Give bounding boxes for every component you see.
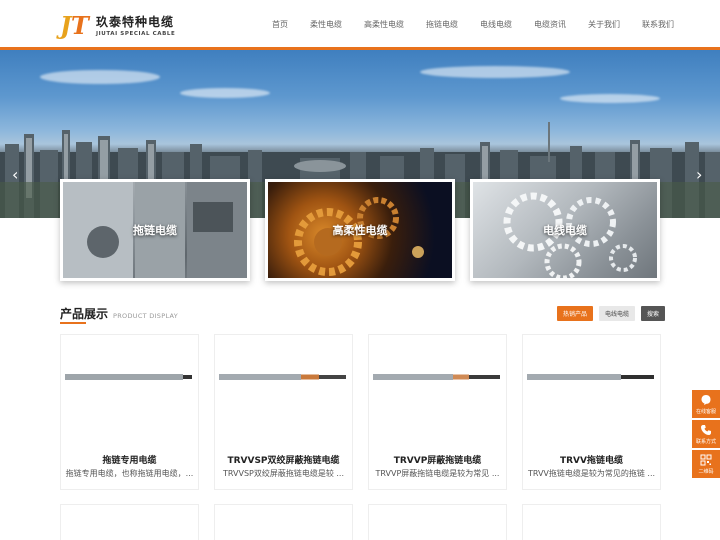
product-name: TRVVP屏蔽拖链电缆	[393, 456, 482, 466]
banner-cloud	[560, 94, 660, 103]
product-description: TRVV拖链电缆是较为常见的拖链 ...	[527, 469, 656, 478]
category-card-wire-cable[interactable]: 电线电缆	[470, 179, 660, 281]
cable-image	[373, 374, 500, 380]
cable-image	[65, 374, 192, 380]
category-label: 拖链电缆	[133, 224, 177, 237]
product-card[interactable]	[214, 504, 353, 540]
qrcode-button[interactable]: 二维码	[692, 450, 720, 478]
chat-icon	[701, 395, 711, 405]
float-label: 在线客服	[695, 409, 716, 415]
main-nav: 首页 柔性电缆 高柔性电缆 拖链电缆 电线电缆 电缆资讯 关于我们 联系我们	[272, 19, 696, 30]
category-label: 电线电缆	[543, 224, 587, 237]
product-name: TRVV拖链电缆	[559, 456, 623, 466]
site-logo[interactable]: J T 玖泰特种电缆 JIUTAI SPECIAL CABLE	[60, 12, 175, 40]
contact-info-button[interactable]: 联系方式	[692, 420, 720, 448]
product-card[interactable]: TRVVP屏蔽拖链电缆 TRVVP屏蔽拖链电缆是较为常见 ...	[368, 334, 507, 490]
product-image	[369, 335, 506, 445]
product-description: 拖链专用电缆，也称拖链用电缆，...	[65, 469, 194, 478]
logo-mark-t: T	[71, 11, 89, 40]
product-tabs: 热销产品 电线电缆 搜索	[557, 306, 671, 321]
nav-cable-news[interactable]: 电缆资讯	[534, 19, 566, 30]
banner-next-arrow[interactable]: ›	[696, 165, 702, 184]
category-label: 高柔性电缆	[332, 224, 388, 237]
cable-image	[219, 374, 346, 380]
product-card[interactable]: TRVVSP双绞屏蔽拖链电缆 TRVVSP双绞屏蔽拖链电缆是较 ...	[214, 334, 353, 490]
product-description: TRVVP屏蔽拖链电缆是较为常见 ...	[375, 469, 500, 478]
float-label: 联系方式	[695, 439, 716, 445]
product-card[interactable]	[522, 504, 661, 540]
product-name: 拖链专用电缆	[102, 456, 157, 466]
nav-about-us[interactable]: 关于我们	[588, 19, 620, 30]
category-card-high-flexible[interactable]: 高柔性电缆	[265, 179, 455, 281]
section-title-underline	[60, 322, 86, 324]
nav-flexible-cable[interactable]: 柔性电缆	[310, 19, 342, 30]
nav-home[interactable]: 首页	[272, 19, 288, 30]
product-card[interactable]: TRVV拖链电缆 TRVV拖链电缆是较为常见的拖链 ...	[522, 334, 661, 490]
product-name: TRVVSP双绞屏蔽拖链电缆	[227, 456, 340, 466]
product-image	[523, 335, 660, 445]
logo-mark: J T	[60, 13, 90, 39]
product-image	[215, 335, 352, 445]
product-card[interactable]	[60, 504, 199, 540]
banner-prev-arrow[interactable]: ‹	[12, 165, 18, 184]
tab-wire-cable[interactable]: 电线电缆	[599, 306, 636, 321]
section-title: 产品展示	[60, 307, 109, 321]
section-subtitle: PRODUCT DISPLAY	[113, 312, 179, 320]
online-service-button[interactable]: 在线客服	[692, 390, 720, 418]
banner-cloud	[40, 70, 160, 84]
nav-drag-chain-cable[interactable]: 拖链电缆	[426, 19, 458, 30]
search-button[interactable]: 搜索	[641, 306, 666, 321]
tab-hot-products[interactable]: 热销产品	[557, 306, 594, 321]
qrcode-icon	[700, 454, 712, 466]
product-description: TRVVSP双绞屏蔽拖链电缆是较 ...	[222, 469, 345, 478]
cable-image	[527, 374, 654, 380]
nav-wire-cable[interactable]: 电线电缆	[480, 19, 512, 30]
banner-cloud	[420, 66, 570, 78]
product-image	[61, 335, 198, 445]
logo-mark-j: J	[60, 11, 72, 40]
product-card[interactable]: 拖链专用电缆 拖链专用电缆，也称拖链用电缆，...	[60, 334, 199, 490]
float-label: 二维码	[698, 469, 714, 475]
phone-icon	[701, 425, 711, 435]
banner-cloud	[180, 88, 270, 98]
category-card-drag-chain[interactable]: 拖链电缆	[60, 179, 250, 281]
site-header: J T 玖泰特种电缆 JIUTAI SPECIAL CABLE 首页 柔性电缆 …	[0, 0, 720, 50]
nav-high-flexible-cable[interactable]: 高柔性电缆	[364, 19, 404, 30]
nav-contact-us[interactable]: 联系我们	[642, 19, 674, 30]
logo-name-cn: 玖泰特种电缆	[96, 14, 175, 29]
logo-name-en: JIUTAI SPECIAL CABLE	[96, 30, 176, 37]
product-card[interactable]	[368, 504, 507, 540]
